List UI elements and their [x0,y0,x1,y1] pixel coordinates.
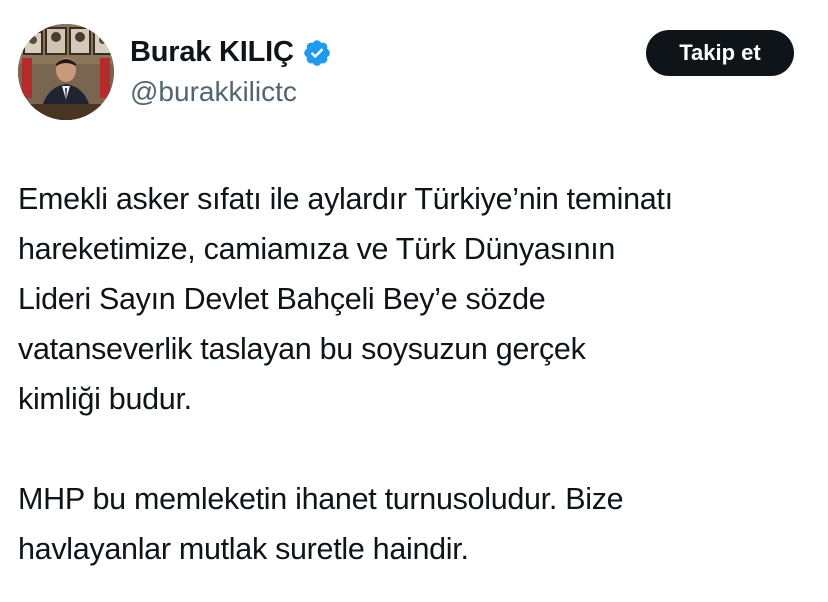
tweet-paragraph: MHP bu memleketin ihanet turnusoludur. B… [18,482,624,566]
tweet-paragraph: Emekli asker sıfatı ile aylardır Türkiye… [18,182,673,416]
follow-button[interactable]: Takip et [646,30,794,76]
tweet-text: Emekli asker sıfatı ile aylardır Türkiye… [18,174,818,574]
author-name-row: Burak KILIÇ [130,33,332,71]
verified-badge-icon[interactable] [302,38,332,68]
avatar-photo-icon [18,24,114,120]
author-avatar[interactable] [18,24,114,120]
tweet-card: Burak KILIÇ @burakkilictc Takip et Emekl… [0,0,828,602]
author-display-name[interactable]: Burak KILIÇ [130,36,294,69]
author-handle[interactable]: @burakkilictc [130,76,297,108]
